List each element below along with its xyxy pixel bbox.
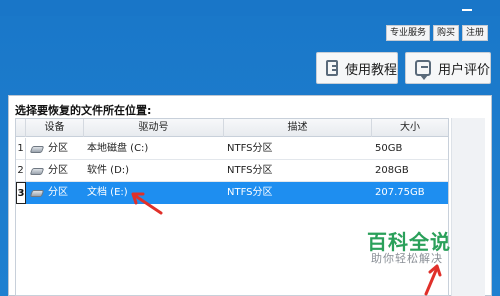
table-row[interactable]: 1 分区 本地磁盘 (C:) NTFS分区 50GB: [16, 138, 448, 160]
column-header-drive[interactable]: 驱动号: [84, 119, 224, 137]
user-review-label: 用户评价: [437, 62, 490, 78]
drive-cell: 软件 (D:): [87, 165, 130, 176]
minimize-icon[interactable]: [460, 2, 474, 12]
description-cell: NTFS分区: [227, 187, 273, 198]
book-icon: [326, 60, 338, 76]
user-review-button[interactable]: 用户评价: [405, 52, 491, 84]
column-header-description[interactable]: 描述: [224, 119, 372, 137]
description-cell: NTFS分区: [227, 143, 273, 154]
disk-icon: [29, 189, 45, 197]
disk-icon: [29, 145, 45, 153]
size-cell: 207.75GB: [375, 187, 425, 198]
device-label: 分区: [48, 165, 68, 176]
chat-icon: [415, 60, 431, 80]
device-cell: 分区: [26, 160, 84, 182]
size-cell: 208GB: [375, 165, 409, 176]
watermark-subtitle: 助你轻松解决: [371, 252, 443, 265]
column-header-index: [16, 119, 26, 137]
title-bar: [0, 0, 500, 16]
column-header-size[interactable]: 大小: [372, 119, 448, 137]
register-button[interactable]: 注册: [462, 25, 489, 41]
side-area: [451, 118, 485, 296]
row-number: 3: [16, 182, 26, 204]
annotation-arrow: [424, 264, 442, 296]
pro-service-button[interactable]: 专业服务: [386, 25, 431, 41]
row-number: 2: [16, 160, 26, 182]
table-row-selected[interactable]: 3 分区 文档 (E:) NTFS分区 207.75GB: [16, 182, 448, 204]
tutorial-label: 使用教程: [344, 62, 397, 78]
drive-table: 设备 驱动号 描述 大小 1 分区 本地磁盘 (C:) NTFS分区 50GB …: [15, 118, 449, 296]
tutorial-button[interactable]: 使用教程: [316, 52, 398, 84]
column-header-device[interactable]: 设备: [26, 119, 84, 137]
device-label: 分区: [48, 187, 68, 198]
top-links: 专业服务 购买 注册: [386, 25, 489, 41]
device-cell: 分区: [26, 182, 84, 204]
table-header: 设备 驱动号 描述 大小: [16, 119, 448, 137]
device-label: 分区: [48, 143, 68, 154]
device-cell: 分区: [26, 138, 84, 160]
buy-button[interactable]: 购买: [433, 25, 460, 41]
disk-icon: [29, 167, 45, 175]
row-number: 1: [16, 138, 26, 160]
table-row[interactable]: 2 分区 软件 (D:) NTFS分区 208GB: [16, 160, 448, 182]
drive-cell: 本地磁盘 (C:): [87, 143, 149, 154]
description-cell: NTFS分区: [227, 165, 273, 176]
size-cell: 50GB: [375, 143, 403, 154]
location-prompt: 选择要恢复的文件所在位置:: [15, 104, 152, 117]
annotation-arrow: [131, 192, 163, 215]
